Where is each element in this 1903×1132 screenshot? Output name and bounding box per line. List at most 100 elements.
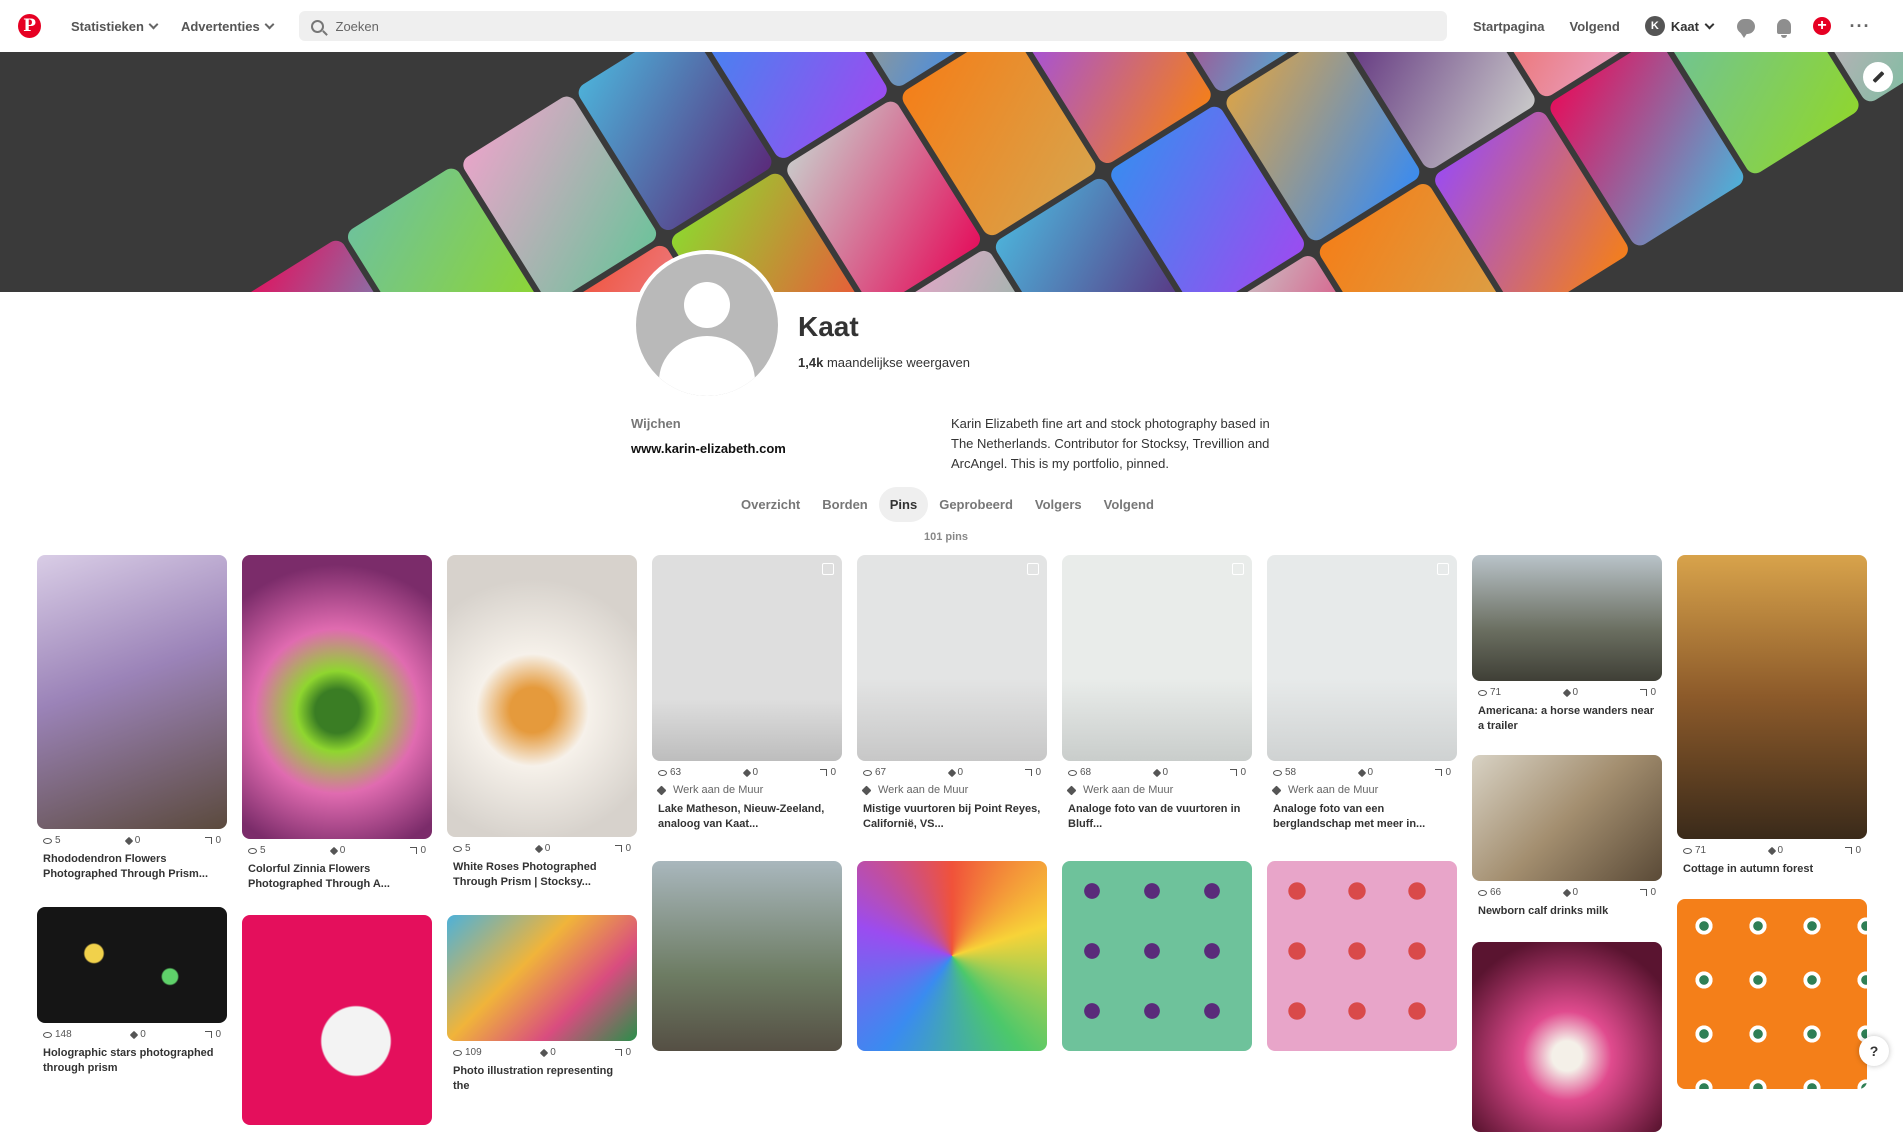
tag-icon [862, 785, 872, 795]
pin-title[interactable]: Rhododendron Flowers Photographed Throug… [37, 852, 227, 882]
pin-image[interactable] [1062, 555, 1252, 761]
pin-card[interactable]: 5 0 0 White Roses Photographed Through P… [447, 555, 637, 890]
arrow-icon [1640, 689, 1647, 696]
chat-bubble-icon [1737, 19, 1755, 34]
pin-title[interactable]: Colorful Zinnia Flowers Photographed Thr… [242, 862, 432, 892]
pin-image[interactable] [447, 915, 637, 1041]
pin-image[interactable] [1677, 555, 1867, 839]
pin-title[interactable]: Photo illustration representing the [447, 1064, 637, 1094]
edit-cover-button[interactable] [1863, 62, 1893, 92]
pin-stats: 66 0 0 [1472, 887, 1662, 898]
select-checkbox[interactable] [1437, 563, 1449, 575]
pin-image[interactable] [242, 555, 432, 839]
pin-source-label: Werk aan de Muur [1288, 784, 1378, 796]
home-link[interactable]: Startpagina [1473, 19, 1545, 34]
tab-borden[interactable]: Borden [811, 487, 879, 522]
pin-image[interactable] [1472, 555, 1662, 681]
pin-source: Werk aan de Muur [1267, 784, 1457, 796]
pin-icon [534, 844, 542, 852]
search-bar[interactable] [299, 11, 1447, 41]
pin-title[interactable]: Lake Matheson, Nieuw-Zeeland, analoog va… [652, 802, 842, 832]
statistics-dropdown[interactable]: Statistieken [71, 19, 157, 34]
pin-title[interactable]: Mistige vuurtoren bij Point Reyes, Calif… [857, 802, 1047, 832]
pin-image[interactable] [1267, 861, 1457, 1051]
pin-title[interactable]: Americana: a horse wanders near a traile… [1472, 704, 1662, 734]
pin-card[interactable] [652, 861, 842, 1051]
pin-title[interactable]: Newborn calf drinks milk [1472, 904, 1662, 919]
tab-pins[interactable]: Pins [879, 487, 928, 522]
saves-value: 0 [1368, 767, 1374, 778]
pin-image[interactable] [857, 861, 1047, 1051]
pin-card[interactable] [1267, 861, 1457, 1051]
user-menu[interactable]: K Kaat [1645, 16, 1713, 36]
pin-image[interactable] [447, 555, 637, 837]
pin-stats: 71 0 0 [1472, 687, 1662, 698]
tab-volgers[interactable]: Volgers [1024, 487, 1093, 522]
pin-image[interactable] [37, 555, 227, 829]
pin-card[interactable]: 71 0 0 Cottage in autumn forest [1677, 555, 1867, 877]
pin-card[interactable] [1062, 861, 1252, 1051]
pin-card[interactable]: 109 0 0 Photo illustration representing … [447, 915, 637, 1094]
pin-card[interactable] [242, 915, 432, 1125]
impressions: 109 [453, 1047, 482, 1058]
following-link[interactable]: Volgend [1570, 19, 1620, 34]
pin-card[interactable]: 5 0 0 Rhododendron Flowers Photographed … [37, 555, 227, 882]
more-options-button[interactable]: ··· [1849, 15, 1871, 37]
pin-image[interactable] [857, 555, 1047, 761]
pin-image[interactable] [37, 907, 227, 1023]
pin-card[interactable]: 66 0 0 Newborn calf drinks milk [1472, 755, 1662, 919]
pin-card[interactable] [1677, 899, 1867, 1089]
pin-title[interactable]: Analoge foto van een berglandschap met m… [1267, 802, 1457, 832]
pin-image[interactable] [1677, 899, 1867, 1089]
pin-title[interactable]: Analoge foto van de vuurtoren in Bluff..… [1062, 802, 1252, 832]
messages-button[interactable] [1735, 15, 1757, 37]
saves-value: 0 [135, 835, 141, 846]
ads-dropdown[interactable]: Advertenties [181, 19, 273, 34]
pin-card[interactable] [1472, 942, 1662, 1132]
help-button[interactable]: ? [1859, 1036, 1889, 1066]
pin-image[interactable] [652, 861, 842, 1051]
clicks-value: 0 [1855, 845, 1861, 856]
profile-website-link[interactable]: www.karin-elizabeth.com [631, 441, 786, 456]
select-checkbox[interactable] [822, 563, 834, 575]
pin-title[interactable]: White Roses Photographed Through Prism |… [447, 860, 637, 890]
notifications-button[interactable] [1773, 15, 1795, 37]
pin-card[interactable]: 58 0 0 Werk aan de Muur Analoge foto van… [1267, 555, 1457, 832]
impressions: 63 [658, 767, 681, 778]
pin-image[interactable] [242, 915, 432, 1125]
clicks: 0 [820, 767, 836, 778]
pin-title[interactable]: Holographic stars photographed through p… [37, 1046, 227, 1076]
tab-overzicht[interactable]: Overzicht [730, 487, 811, 522]
search-input[interactable] [336, 19, 1435, 34]
pin-card[interactable]: 5 0 0 Colorful Zinnia Flowers Photograph… [242, 555, 432, 892]
eye-icon [658, 770, 667, 776]
pin-card[interactable]: 68 0 0 Werk aan de Muur Analoge foto van… [1062, 555, 1252, 832]
tab-volgend[interactable]: Volgend [1093, 487, 1165, 522]
pin-card[interactable] [857, 861, 1047, 1051]
saves: 0 [131, 1029, 146, 1040]
create-button[interactable]: + [1811, 15, 1833, 37]
pin-image[interactable] [1472, 942, 1662, 1132]
pin-image[interactable] [652, 555, 842, 761]
profile-cover-collage [0, 52, 1903, 292]
pin-card[interactable]: 71 0 0 Americana: a horse wanders near a… [1472, 555, 1662, 734]
arrow-icon [1230, 769, 1237, 776]
pin-title[interactable]: Cottage in autumn forest [1677, 862, 1867, 877]
pin-card[interactable]: 148 0 0 Holographic stars photographed t… [37, 907, 227, 1076]
pin-image[interactable] [1472, 755, 1662, 881]
eye-icon [453, 846, 462, 852]
eye-icon [1683, 848, 1692, 854]
saves: 0 [1359, 767, 1374, 778]
plus-icon: + [1813, 17, 1831, 35]
pin-image[interactable] [1062, 861, 1252, 1051]
pinterest-logo-icon[interactable]: P [18, 14, 41, 38]
pin-card[interactable]: 67 0 0 Werk aan de Muur Mistige vuurtore… [857, 555, 1047, 832]
select-checkbox[interactable] [1027, 563, 1039, 575]
pin-image[interactable] [1267, 555, 1457, 761]
select-checkbox[interactable] [1232, 563, 1244, 575]
eye-icon [43, 1032, 52, 1038]
chevron-down-icon [149, 19, 159, 29]
pin-card[interactable]: 63 0 0 Werk aan de Muur Lake Matheson, N… [652, 555, 842, 832]
impressions: 71 [1683, 845, 1706, 856]
tab-geprobeerd[interactable]: Geprobeerd [928, 487, 1024, 522]
